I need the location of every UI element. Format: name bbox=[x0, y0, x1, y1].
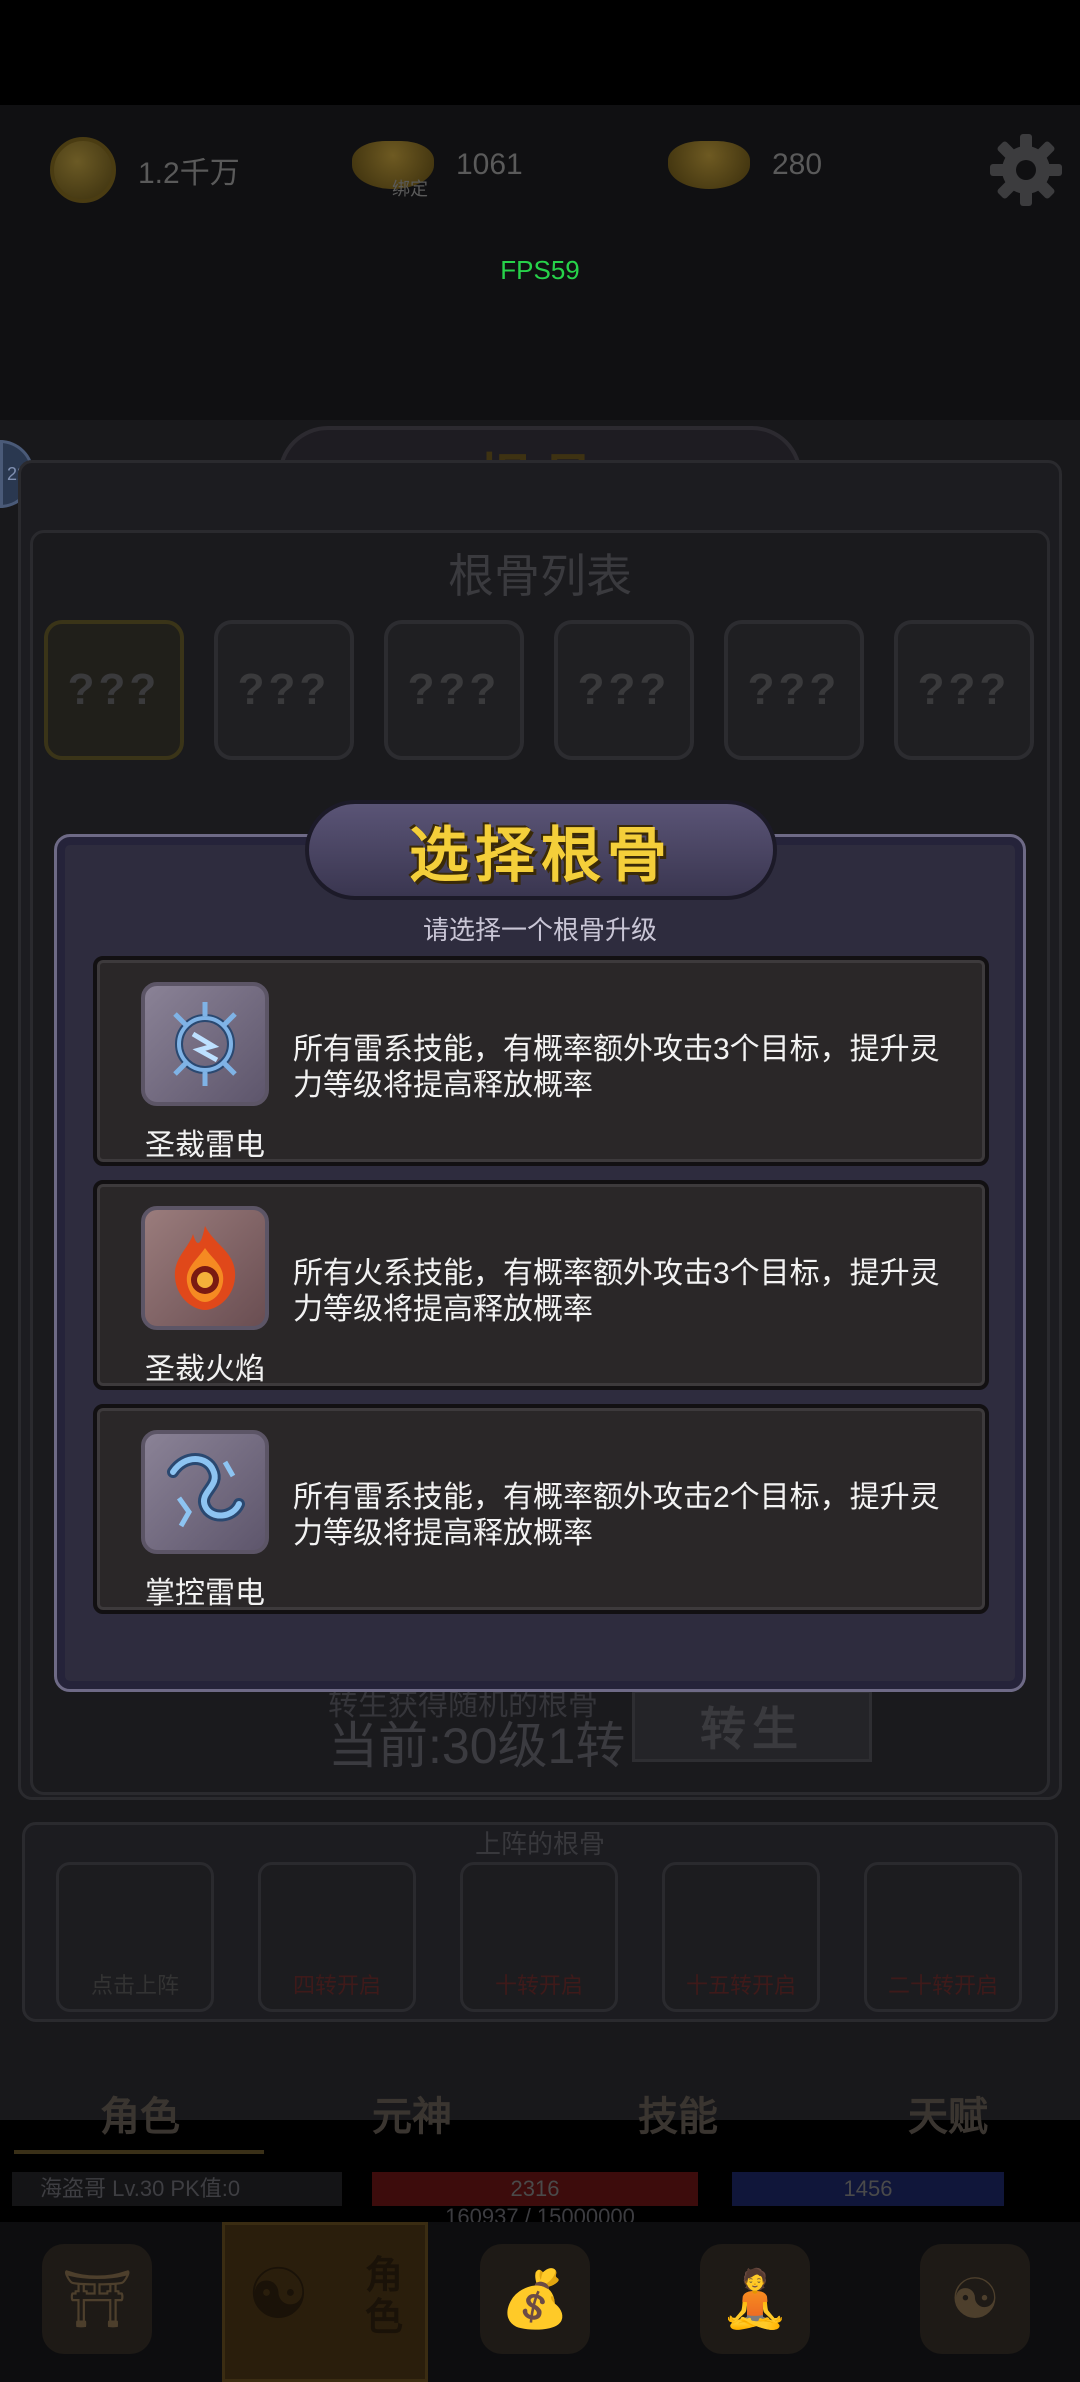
tab-skills[interactable]: 技能 bbox=[638, 2084, 718, 2142]
equipped-slot-label: 点击上阵 bbox=[90, 1973, 179, 1998]
city-gate-icon[interactable]: ⛩ bbox=[42, 2244, 152, 2354]
fps-counter: FPS59 bbox=[500, 255, 580, 285]
thunder-dragon-icon bbox=[141, 1430, 269, 1554]
equipped-slot-label: 四转开启 bbox=[292, 1973, 381, 1998]
hp-value: 2316 bbox=[510, 2176, 560, 2201]
tab-indicator bbox=[14, 2150, 264, 2154]
bottom-nav: ⛩ ☯ 角色 💰 🧘 ☯ bbox=[0, 2222, 1080, 2382]
taiji-icon[interactable]: ☯ bbox=[920, 2244, 1030, 2354]
equipped-title: 上阵的根骨 bbox=[474, 1829, 605, 1859]
bone-slot[interactable]: ??? bbox=[44, 620, 184, 760]
gold-currency: 280 bbox=[668, 141, 822, 189]
character-icon: ☯ bbox=[247, 2255, 310, 2333]
equipped-slot[interactable]: 二十转开启 bbox=[864, 1862, 1022, 2012]
settings-gear-icon[interactable] bbox=[986, 130, 1066, 210]
bound-ingot-icon: 绑定 bbox=[352, 141, 434, 199]
bound-tag: 绑定 bbox=[392, 179, 428, 199]
bone-option-card[interactable]: 掌控雷电 所有雷系技能，有概率额外攻击2个目标，提升灵力等级将提高释放概率 bbox=[93, 1404, 989, 1614]
bone-option-name: 掌控雷电 bbox=[145, 1577, 265, 1610]
bone-slot[interactable]: ??? bbox=[554, 620, 694, 760]
bone-slot[interactable]: ??? bbox=[384, 620, 524, 760]
bone-option-name: 圣裁雷电 bbox=[145, 1129, 265, 1162]
bone-option-desc: 所有火系技能，有概率额外攻击3个目标，提升灵力等级将提高释放概率 bbox=[293, 1257, 940, 1326]
equipped-slot[interactable]: 十五转开启 bbox=[662, 1862, 820, 2012]
bone-option-card[interactable]: 圣裁火焰 所有火系技能，有概率额外攻击3个目标，提升灵力等级将提高释放概率 bbox=[93, 1180, 989, 1390]
player-info: 海盗哥 Lv.30 PK值:0 bbox=[12, 2172, 342, 2206]
gold-amount: 280 bbox=[772, 148, 823, 181]
bone-slot[interactable]: ??? bbox=[724, 620, 864, 760]
equipped-slot-label: 十转开启 bbox=[494, 1973, 583, 1998]
dialog-title: 选择根骨 bbox=[409, 821, 673, 889]
tab-talent[interactable]: 天赋 bbox=[908, 2084, 988, 2142]
nav-character-active[interactable]: ☯ 角色 bbox=[222, 2222, 428, 2382]
bound-gold-currency: 绑定 1061 bbox=[352, 141, 523, 199]
tab-soul[interactable]: 元神 bbox=[372, 2084, 452, 2142]
mp-value: 1456 bbox=[843, 2176, 893, 2201]
nav-active-label: 角色 bbox=[365, 2255, 404, 2339]
list-title: 根骨列表 bbox=[448, 550, 632, 602]
copper-currency: 1.2千万 bbox=[50, 137, 240, 203]
meditation-icon[interactable]: 🧘 bbox=[700, 2244, 810, 2354]
equipped-slot[interactable]: 四转开启 bbox=[258, 1862, 416, 2012]
copper-coin-icon bbox=[50, 137, 116, 203]
equipped-slot[interactable]: 十转开启 bbox=[460, 1862, 618, 2012]
bone-option-desc: 所有雷系技能，有概率额外攻击3个目标，提升灵力等级将提高释放概率 bbox=[293, 1033, 940, 1102]
bone-option-name: 圣裁火焰 bbox=[145, 1353, 265, 1386]
equipped-slot-label: 二十转开启 bbox=[887, 1973, 998, 1998]
bound-gold-amount: 1061 bbox=[456, 148, 523, 181]
gold-ingot-icon bbox=[668, 141, 750, 189]
rebirth-button[interactable]: 转生 bbox=[632, 1690, 872, 1762]
mp-bar: 1456 bbox=[732, 2172, 1004, 2206]
equipped-slot[interactable]: 点击上阵 bbox=[56, 1862, 214, 2012]
dialog-subtitle: 请选择一个根骨升级 bbox=[422, 915, 657, 945]
bone-slot[interactable]: ??? bbox=[214, 620, 354, 760]
bone-slot[interactable]: ??? bbox=[894, 620, 1034, 760]
hp-bar: 2316 bbox=[372, 2172, 698, 2206]
fire-eye-icon bbox=[141, 1206, 269, 1330]
copper-amount: 1.2千万 bbox=[138, 157, 240, 190]
current-rebirth: 当前:30级1转 bbox=[328, 1718, 626, 1774]
bone-option-card[interactable]: 圣裁雷电 所有雷系技能，有概率额外攻击3个目标，提升灵力等级将提高释放概率 bbox=[93, 956, 989, 1166]
bone-option-desc: 所有雷系技能，有概率额外攻击2个目标，提升灵力等级将提高释放概率 bbox=[293, 1481, 940, 1550]
bag-icon[interactable]: 💰 bbox=[480, 2244, 590, 2354]
thunder-orb-icon bbox=[141, 982, 269, 1106]
dialog-title-plate: 选择根骨 bbox=[305, 800, 777, 900]
equipped-slot-label: 十五转开启 bbox=[685, 1973, 796, 1998]
tab-character[interactable]: 角色 bbox=[100, 2084, 180, 2142]
status-bar bbox=[0, 0, 1080, 105]
